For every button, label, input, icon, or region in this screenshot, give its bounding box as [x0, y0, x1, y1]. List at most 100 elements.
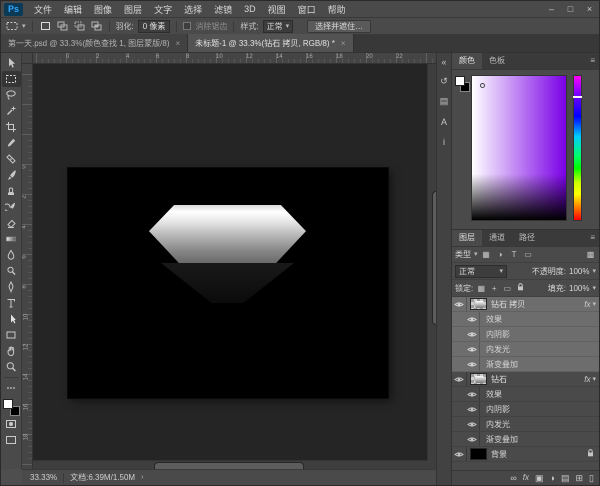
lasso-tool[interactable] [2, 87, 21, 103]
chevron-down-icon[interactable]: ▾ [474, 251, 478, 258]
effect-row[interactable]: 内发光 [452, 417, 599, 432]
filter-pixel-icon[interactable]: ▦ [481, 250, 492, 259]
move-tool[interactable] [2, 55, 21, 71]
menu-item-help[interactable]: 帮助 [322, 3, 352, 16]
lock-all-icon[interactable] [515, 283, 525, 293]
collapse-effects-icon[interactable]: ▾ [592, 300, 596, 308]
tab-swatches[interactable]: 色板 [482, 53, 512, 69]
gradient-tool[interactable] [2, 231, 21, 247]
intersect-selection-icon[interactable] [90, 21, 103, 32]
tab-paths[interactable]: 路径 [512, 230, 542, 246]
crop-tool[interactable] [2, 119, 21, 135]
horizontal-scrollbar[interactable] [33, 460, 427, 469]
add-to-selection-icon[interactable] [56, 21, 69, 32]
filter-adjustment-icon[interactable]: ◑ [495, 250, 506, 259]
delete-layer-icon[interactable]: ▯ [589, 474, 594, 483]
layer-style-icon[interactable]: fx [523, 474, 529, 482]
document-tab-2[interactable]: 未标题-1 @ 33.3%(钻石 拷贝, RGB/8) * × [188, 34, 353, 52]
zoom-tool[interactable] [2, 359, 21, 375]
history-icon[interactable]: ↺ [438, 75, 451, 88]
document-tab-1[interactable]: 第一天.psd @ 33.3%(颜色查找 1, 图层蒙版/8) × [1, 34, 188, 52]
tab-close-icon[interactable]: × [341, 39, 346, 48]
layer-thumbnail[interactable] [470, 373, 487, 385]
layer-row-background[interactable]: 背景 [452, 447, 599, 462]
info-icon[interactable]: i [438, 135, 451, 148]
link-layers-icon[interactable]: ∞ [510, 474, 516, 483]
eraser-tool[interactable] [2, 215, 21, 231]
foreground-color-swatch[interactable] [455, 76, 465, 86]
hue-slider[interactable] [573, 75, 582, 221]
menu-item-edit[interactable]: 编辑 [58, 3, 88, 16]
saturation-field[interactable] [471, 75, 567, 221]
lock-position-icon[interactable]: ▭ [502, 284, 512, 293]
clone-stamp-tool[interactable] [2, 183, 21, 199]
chevron-down-icon[interactable]: ▾ [592, 285, 596, 292]
menu-item-image[interactable]: 图像 [88, 3, 118, 16]
new-selection-icon[interactable] [39, 21, 52, 32]
panel-menu-icon[interactable]: ≡ [586, 53, 599, 69]
visibility-eye-icon[interactable] [465, 312, 480, 326]
spot-healing-brush-tool[interactable] [2, 151, 21, 167]
hand-tool[interactable] [2, 343, 21, 359]
style-dropdown[interactable]: 正常 ▾ [263, 20, 294, 33]
new-group-icon[interactable]: ▤ [561, 474, 570, 483]
filter-smart-icon[interactable]: ▩ [585, 250, 596, 259]
panel-menu-icon[interactable]: ≡ [586, 230, 599, 246]
close-icon[interactable]: × [580, 1, 599, 17]
menu-item-3d[interactable]: 3D [238, 4, 262, 14]
ruler-origin[interactable] [22, 53, 33, 64]
tab-close-icon[interactable]: × [176, 39, 181, 48]
menu-item-window[interactable]: 窗口 [292, 3, 322, 16]
blend-mode-dropdown[interactable]: 正常 ▾ [455, 265, 507, 278]
effect-row[interactable]: 内阴影 [452, 402, 599, 417]
layer-thumbnail[interactable] [470, 448, 487, 460]
filter-shape-icon[interactable]: ▭ [523, 250, 534, 259]
menu-item-type[interactable]: 文字 [148, 3, 178, 16]
dodge-tool[interactable] [2, 263, 21, 279]
type-tool[interactable] [2, 295, 21, 311]
pen-tool[interactable] [2, 279, 21, 295]
visibility-eye-icon[interactable] [465, 327, 480, 341]
chevron-down-icon[interactable]: ▾ [592, 268, 596, 275]
screen-mode-icon[interactable] [2, 432, 21, 448]
restore-icon[interactable]: □ [561, 1, 580, 17]
effect-row[interactable]: 内阴影 [452, 327, 599, 342]
path-selection-tool[interactable] [2, 311, 21, 327]
quick-selection-tool[interactable] [2, 103, 21, 119]
visibility-eye-icon[interactable] [452, 447, 467, 461]
status-options-icon[interactable]: › [141, 474, 143, 481]
zoom-level-field[interactable]: 33.33% [30, 473, 57, 482]
foreground-color-swatch[interactable] [3, 399, 13, 409]
blur-tool[interactable] [2, 247, 21, 263]
menu-item-view[interactable]: 视图 [262, 3, 292, 16]
filter-type-label[interactable]: 类型 [455, 249, 471, 260]
expand-panels-icon[interactable]: « [438, 55, 451, 68]
visibility-eye-icon[interactable] [465, 387, 480, 401]
visibility-eye-icon[interactable] [465, 357, 480, 371]
history-brush-tool[interactable] [2, 199, 21, 215]
opacity-value[interactable]: 100% [569, 267, 589, 276]
layer-row-diamond[interactable]: 钻石 fx ▾ [452, 372, 599, 387]
lock-pixels-icon[interactable]: + [489, 284, 499, 293]
effect-row[interactable]: 渐变叠加 [452, 357, 599, 372]
tool-preset-chevron-icon[interactable]: ▾ [22, 23, 26, 30]
effect-row[interactable]: 效果 [452, 312, 599, 327]
visibility-eye-icon[interactable] [452, 372, 467, 386]
visibility-eye-icon[interactable] [465, 417, 480, 431]
adjustment-layer-icon[interactable]: ◑ [550, 474, 555, 483]
foreground-background-swatches[interactable] [3, 399, 20, 416]
lock-transparency-icon[interactable]: ▦ [476, 284, 486, 293]
effect-row[interactable]: 内发光 [452, 342, 599, 357]
collapse-effects-icon[interactable]: ▾ [592, 375, 596, 383]
edit-toolbar-icon[interactable] [2, 380, 21, 396]
vertical-scrollbar[interactable] [427, 64, 436, 460]
visibility-eye-icon[interactable] [465, 342, 480, 356]
rectangular-marquee-tool[interactable] [2, 71, 21, 87]
minimize-icon[interactable]: – [542, 1, 561, 17]
tab-layers[interactable]: 图层 [452, 230, 482, 246]
new-layer-icon[interactable]: ⊞ [576, 474, 584, 483]
brush-tool[interactable] [2, 167, 21, 183]
document-viewport[interactable] [33, 64, 427, 460]
add-mask-icon[interactable]: ▣ [535, 474, 544, 483]
character-icon[interactable]: A [438, 115, 451, 128]
